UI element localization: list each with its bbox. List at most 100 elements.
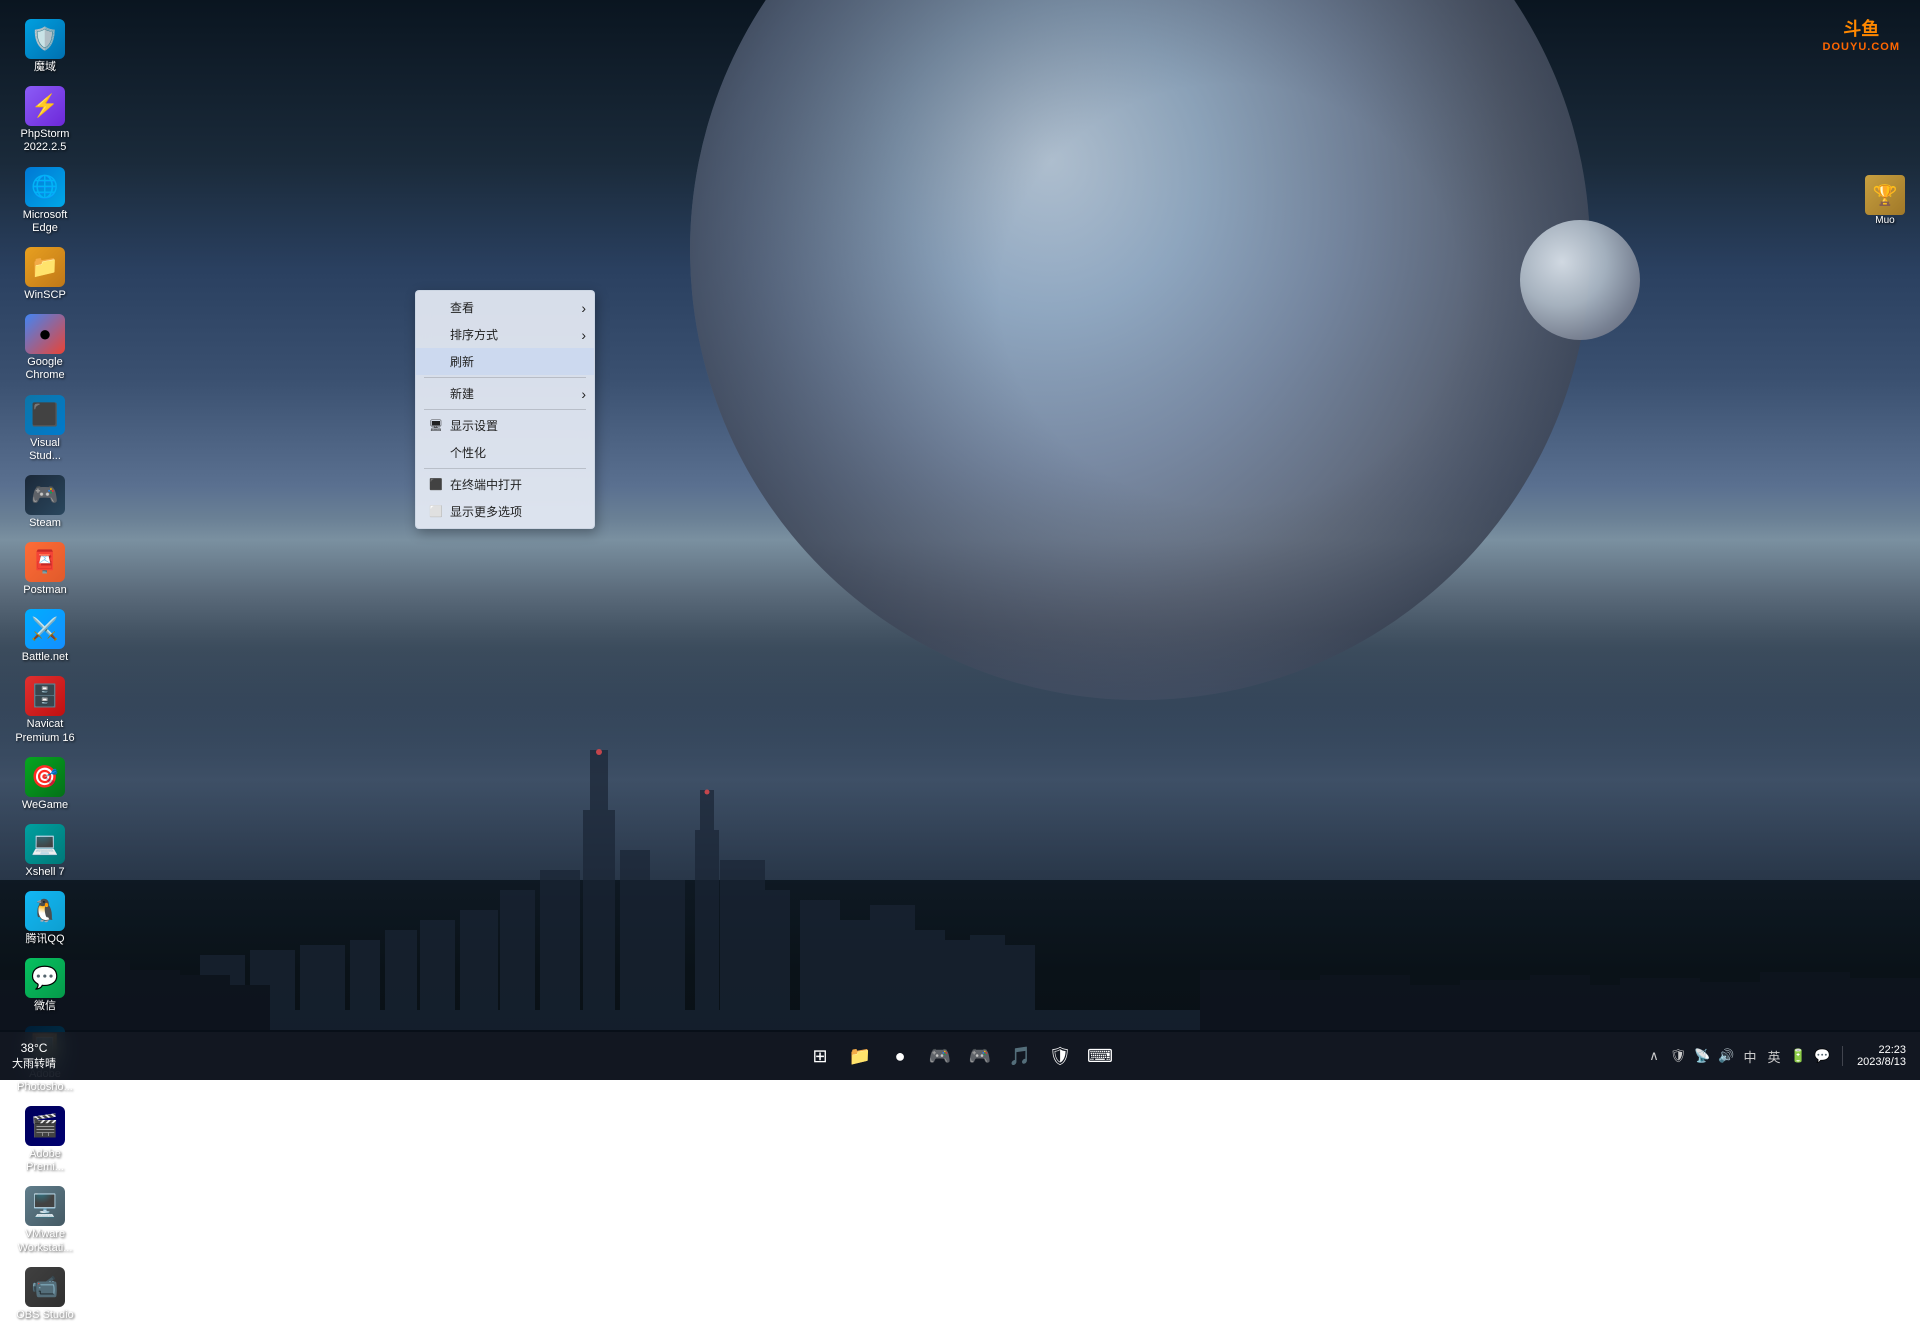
icon-label-icon-steam: Steam xyxy=(29,517,61,530)
desktop-icon-icon-wegame[interactable]: 🎯 WeGame xyxy=(5,753,85,816)
context-item-icon-display: 🖥 xyxy=(428,418,444,434)
right-desktop-icon[interactable]: 🏆 Muo xyxy=(1865,175,1905,226)
taskbar: 38°C 大雨转晴 ⊞📁●🎮🎮🎵🛡⌨ ∧🛡📡🔊中英🔋💬 22:23 2023/8… xyxy=(0,1032,1920,1080)
weather-widget[interactable]: 38°C 大雨转晴 xyxy=(8,1041,60,1071)
context-item-new[interactable]: 新建 xyxy=(416,380,594,407)
icon-label-icon-navicat: NavicatPremium 16 xyxy=(15,718,74,744)
icon-image-icon-winSCP: 📁 xyxy=(25,247,65,287)
tray-icon-antivirus[interactable]: 🛡 xyxy=(1668,1046,1688,1066)
icon-label-icon-chrome: GoogleChrome xyxy=(25,356,64,382)
taskbar-icon-games[interactable]: 🎮 xyxy=(922,1038,958,1074)
tray-icon-keyboard1[interactable]: 中 xyxy=(1740,1046,1760,1066)
desktop-icon-icon-vscode[interactable]: ⬛ VisualStud... xyxy=(5,391,85,467)
icon-label-icon-postman: Postman xyxy=(23,584,66,597)
icon-image-icon-wechat: 💬 xyxy=(25,958,65,998)
desktop-icon-icon-phpstorm[interactable]: ⚡ PhpStorm2022.2.5 xyxy=(5,82,85,158)
context-item-icon-terminal: ⬛ xyxy=(428,477,444,493)
context-item-sort[interactable]: 排序方式 xyxy=(416,321,594,348)
desktop-icon-icon-postman[interactable]: 📮 Postman xyxy=(5,538,85,601)
desktop-icon-icon-pr[interactable]: 🎬 AdobePremi... xyxy=(5,1102,85,1178)
context-menu: 查看 排序方式 刷新 新建 🖥 显示设置 个性化 ⬛ 在终端中打开 ⬜ 显示更多… xyxy=(415,290,595,529)
city-silhouette xyxy=(0,730,1920,1080)
clock-time: 22:23 xyxy=(1857,1044,1906,1056)
context-item-label-terminal: 在终端中打开 xyxy=(450,476,522,493)
icon-image-icon-chrome: ● xyxy=(25,314,65,354)
context-item-refresh[interactable]: 刷新 xyxy=(416,348,594,375)
desktop-icon-icon-navicat[interactable]: 🗄️ NavicatPremium 16 xyxy=(5,672,85,748)
context-item-label-sort: 排序方式 xyxy=(450,326,498,343)
tray-icon-battery[interactable]: 🔋 xyxy=(1788,1046,1808,1066)
icon-image-icon-battlenet: ⚔️ xyxy=(25,609,65,649)
system-tray: ∧🛡📡🔊中英🔋💬 xyxy=(1644,1046,1832,1066)
taskbar-right: ∧🛡📡🔊中英🔋💬 22:23 2023/8/13 xyxy=(1644,1044,1920,1068)
moon-graphic xyxy=(1520,220,1640,340)
desktop-icon-icon-qq[interactable]: 🐧 腾讯QQ xyxy=(5,887,85,950)
taskbar-center-icons: ⊞📁●🎮🎮🎵🛡⌨ xyxy=(802,1038,1118,1074)
icon-image-icon-360: 🛡️ xyxy=(25,19,65,59)
weather-description: 大雨转晴 xyxy=(12,1055,56,1071)
tray-icon-notification[interactable]: 💬 xyxy=(1812,1046,1832,1066)
icon-image-icon-vscode: ⬛ xyxy=(25,395,65,435)
desktop-icon-icon-360[interactable]: 🛡️ 魔域 xyxy=(5,15,85,78)
icon-label-icon-edge: MicrosoftEdge xyxy=(23,209,68,235)
icon-label-icon-battlenet: Battle.net xyxy=(22,651,68,664)
desktop-icon-icon-shell[interactable]: 💻 Xshell 7 xyxy=(5,820,85,883)
context-separator-separator1 xyxy=(424,377,586,378)
context-item-more[interactable]: ⬜ 显示更多选项 xyxy=(416,498,594,525)
desktop-icon-icon-steam[interactable]: 🎮 Steam xyxy=(5,471,85,534)
taskbar-icon-files[interactable]: 📁 xyxy=(842,1038,878,1074)
system-clock[interactable]: 22:23 2023/8/13 xyxy=(1853,1044,1910,1068)
context-item-icon-personalize xyxy=(428,445,444,461)
taskbar-icon-chrome[interactable]: ● xyxy=(882,1038,918,1074)
context-item-label-refresh: 刷新 xyxy=(450,353,474,370)
right-icon-img: 🏆 xyxy=(1865,175,1905,215)
tray-divider xyxy=(1842,1046,1843,1066)
tray-icon-keyboard2[interactable]: 英 xyxy=(1764,1046,1784,1066)
icon-label-icon-qq: 腾讯QQ xyxy=(25,933,64,946)
icon-label-icon-vscode: VisualStud... xyxy=(29,437,61,463)
icon-image-icon-edge: 🌐 xyxy=(25,167,65,207)
context-item-label-more: 显示更多选项 xyxy=(450,503,522,520)
tray-icon-audio[interactable]: 🔊 xyxy=(1716,1046,1736,1066)
taskbar-icon-security[interactable]: 🛡 xyxy=(1042,1038,1078,1074)
weather-temperature: 38°C xyxy=(12,1041,56,1055)
context-item-personalize[interactable]: 个性化 xyxy=(416,439,594,466)
icon-image-icon-vmware: 🖥️ xyxy=(25,1186,65,1226)
desktop-icon-icon-chrome[interactable]: ● GoogleChrome xyxy=(5,310,85,386)
desktop-icon-icon-battlenet[interactable]: ⚔️ Battle.net xyxy=(5,605,85,668)
context-item-icon-view xyxy=(428,300,444,316)
tray-icon-network[interactable]: 📡 xyxy=(1692,1046,1712,1066)
desktop-icon-icon-winSCP[interactable]: 📁 WinSCP xyxy=(5,243,85,306)
context-item-label-new: 新建 xyxy=(450,385,474,402)
context-item-icon-sort xyxy=(428,327,444,343)
tray-icon-expand[interactable]: ∧ xyxy=(1644,1046,1664,1066)
context-item-icon-refresh xyxy=(428,354,444,370)
desktop-icon-icon-obs[interactable]: 📹 OBS Studio xyxy=(5,1263,85,1326)
icon-image-icon-phpstorm: ⚡ xyxy=(25,86,65,126)
clock-date: 2023/8/13 xyxy=(1857,1056,1906,1068)
icon-image-icon-navicat: 🗄️ xyxy=(25,676,65,716)
desktop-icon-icon-vmware[interactable]: 🖥️ VMwareWorkstati... xyxy=(5,1182,85,1258)
taskbar-icon-input[interactable]: ⌨ xyxy=(1082,1038,1118,1074)
icon-label-icon-phpstorm: PhpStorm2022.2.5 xyxy=(21,128,70,154)
douyu-logo-text: 斗鱼 xyxy=(1823,15,1900,41)
icon-image-icon-steam: 🎮 xyxy=(25,475,65,515)
desktop-icon-list: 🛡️ 魔域 ⚡ PhpStorm2022.2.5 🌐 MicrosoftEdge… xyxy=(0,10,90,1331)
context-item-terminal[interactable]: ⬛ 在终端中打开 xyxy=(416,471,594,498)
context-item-icon-new xyxy=(428,386,444,402)
icon-label-icon-shell: Xshell 7 xyxy=(25,866,64,879)
icon-image-icon-shell: 💻 xyxy=(25,824,65,864)
taskbar-icon-steam[interactable]: 🎮 xyxy=(962,1038,998,1074)
desktop-icon-icon-edge[interactable]: 🌐 MicrosoftEdge xyxy=(5,163,85,239)
taskbar-icon-music[interactable]: 🎵 xyxy=(1002,1038,1038,1074)
context-item-icon-more: ⬜ xyxy=(428,504,444,520)
context-item-label-personalize: 个性化 xyxy=(450,444,486,461)
context-item-label-view: 查看 xyxy=(450,299,474,316)
context-item-display[interactable]: 🖥 显示设置 xyxy=(416,412,594,439)
context-separator-separator3 xyxy=(424,468,586,469)
context-item-view[interactable]: 查看 xyxy=(416,294,594,321)
taskbar-icon-start[interactable]: ⊞ xyxy=(802,1038,838,1074)
right-icon-label: Muo xyxy=(1875,215,1894,226)
icon-label-icon-wegame: WeGame xyxy=(22,799,68,812)
desktop-icon-icon-wechat[interactable]: 💬 微信 xyxy=(5,954,85,1017)
